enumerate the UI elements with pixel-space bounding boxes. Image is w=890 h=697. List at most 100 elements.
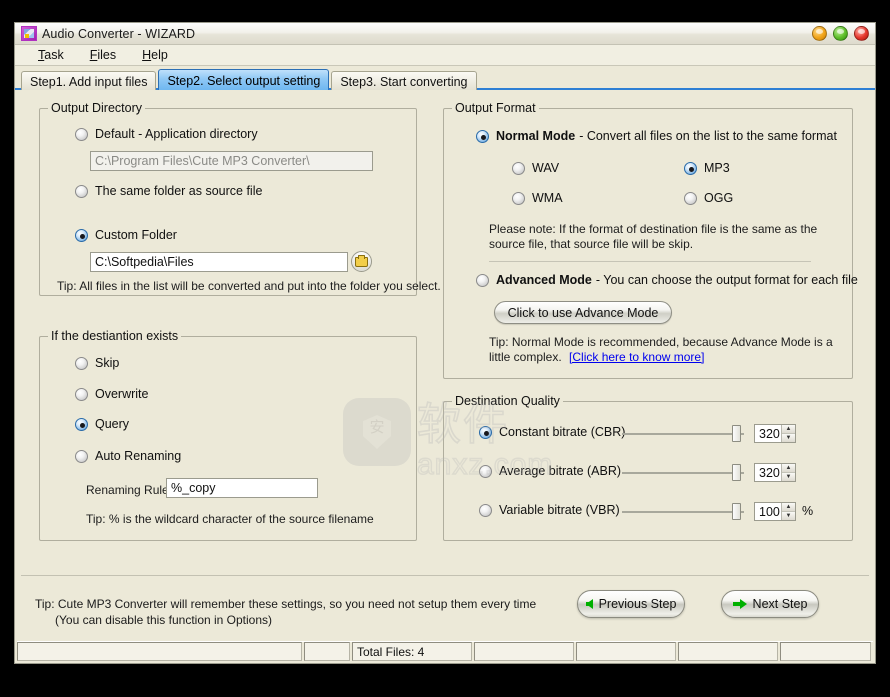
abr-value: 320 — [759, 465, 780, 480]
window-title: Audio Converter - WIZARD — [42, 26, 196, 41]
tab-step3[interactable]: Step3. Start converting — [331, 71, 477, 90]
window-controls — [812, 26, 869, 41]
slider-track — [622, 472, 744, 474]
radio-dot — [75, 449, 88, 463]
radio-skip[interactable]: Skip — [75, 356, 119, 370]
menu-bar: Task Files Help — [15, 45, 875, 66]
custom-folder-field[interactable]: C:\Softpedia\Files — [90, 252, 348, 272]
application-window: Audio Converter - WIZARD Task Files Help… — [14, 22, 876, 664]
wizard-tabs: Step1. Add input files Step2. Select out… — [15, 66, 875, 90]
slider-thumb[interactable] — [732, 464, 741, 481]
minimize-button[interactable] — [812, 26, 827, 41]
radio-variable-bitrate[interactable]: Variable bitrate (VBR) — [479, 503, 620, 517]
radio-dot — [684, 161, 697, 175]
radio-query[interactable]: Query — [75, 417, 129, 431]
radio-dot — [479, 425, 492, 439]
menu-help-rest: elp — [151, 48, 168, 62]
radio-custom-folder[interactable]: Custom Folder — [75, 228, 177, 242]
spinner-buttons[interactable]: ▲ ▼ — [781, 464, 795, 481]
output-directory-legend: Output Directory — [48, 101, 146, 115]
spinner-up-icon[interactable]: ▲ — [782, 503, 795, 512]
menu-files-rest: iles — [97, 48, 117, 62]
output-format-group: Output Format Normal Mode - Convert all … — [443, 101, 858, 379]
abr-slider[interactable] — [622, 463, 744, 482]
radio-dot — [476, 129, 489, 143]
vbr-percent-label: % — [802, 504, 814, 518]
radio-format-ogg[interactable]: OGG — [684, 191, 733, 205]
spinner-down-icon[interactable]: ▼ — [782, 512, 795, 520]
output-format-legend: Output Format — [452, 101, 539, 115]
status-panel-7 — [780, 642, 871, 661]
status-panel-4 — [474, 642, 574, 661]
radio-dot — [75, 228, 88, 242]
radio-same-folder-as-source[interactable]: The same folder as source file — [75, 184, 262, 198]
spinner-up-icon[interactable]: ▲ — [782, 464, 795, 473]
radio-auto-renaming[interactable]: Auto Renaming — [75, 449, 181, 463]
radio-dot — [75, 356, 88, 370]
menu-files[interactable]: Files — [77, 46, 129, 64]
app-icon — [21, 26, 37, 41]
arrow-left-icon — [585, 599, 593, 609]
menu-help[interactable]: Help — [129, 46, 181, 64]
radio-advanced-mode[interactable]: Advanced Mode - You can choose the outpu… — [476, 273, 858, 287]
vbr-value: 100 — [759, 504, 780, 519]
next-step-label: Next Step — [752, 597, 808, 611]
radio-format-mp3[interactable]: MP3 — [684, 161, 730, 175]
use-advance-mode-button[interactable]: Click to use Advance Mode — [494, 301, 672, 324]
menu-task[interactable]: Task — [25, 46, 77, 64]
output-directory-group: Output Directory Default - Application d… — [39, 101, 441, 296]
radio-label: Average bitrate (ABR) — [499, 464, 622, 478]
radio-constant-bitrate[interactable]: Constant bitrate (CBR) — [479, 425, 625, 439]
format-note-line1: Please note: If the format of destinatio… — [489, 222, 818, 236]
radio-format-wma[interactable]: WMA — [512, 191, 563, 205]
radio-dot — [476, 273, 489, 287]
radio-overwrite[interactable]: Overwrite — [75, 387, 148, 401]
previous-step-button[interactable]: Previous Step — [577, 590, 685, 618]
abr-value-spinner[interactable]: 320 ▲ ▼ — [754, 463, 796, 482]
radio-label: Constant bitrate (CBR) — [499, 425, 626, 439]
maximize-button[interactable] — [833, 26, 848, 41]
client-area: Output Directory Default - Application d… — [15, 90, 875, 663]
spinner-down-icon[interactable]: ▼ — [782, 434, 795, 442]
cbr-value-spinner[interactable]: 320 ▲ ▼ — [754, 424, 796, 443]
radio-label: Query — [95, 417, 130, 431]
advanced-tip-line2: little complex. [Click here to know more… — [489, 350, 704, 365]
radio-dot — [75, 184, 88, 198]
radio-label: Variable bitrate (VBR) — [499, 503, 620, 517]
spinner-buttons[interactable]: ▲ ▼ — [781, 503, 795, 520]
cbr-value: 320 — [759, 426, 780, 441]
radio-average-bitrate[interactable]: Average bitrate (ABR) — [479, 464, 621, 478]
slider-thumb[interactable] — [732, 503, 741, 520]
radio-dot — [75, 127, 88, 141]
radio-label: Overwrite — [95, 387, 149, 401]
next-step-button[interactable]: Next Step — [721, 590, 819, 618]
status-panel-5 — [576, 642, 676, 661]
radio-normal-mode[interactable]: Normal Mode - Convert all files on the l… — [476, 129, 837, 143]
vbr-value-spinner[interactable]: 100 ▲ ▼ — [754, 502, 796, 521]
spinner-buttons[interactable]: ▲ ▼ — [781, 425, 795, 442]
tab-step2[interactable]: Step2. Select output setting — [158, 69, 330, 90]
cbr-slider[interactable] — [622, 424, 744, 443]
title-bar: Audio Converter - WIZARD — [15, 23, 875, 45]
status-panel-total-files: Total Files: 4 — [352, 642, 472, 661]
vbr-slider[interactable] — [622, 502, 744, 521]
radio-dot — [684, 191, 697, 205]
menu-task-rest: ask — [44, 48, 64, 62]
advanced-tip-text: little complex. — [489, 350, 562, 364]
browse-folder-button[interactable] — [351, 251, 372, 272]
advanced-mode-title: Advanced Mode — [496, 273, 592, 287]
destination-exists-group: If the destiantion exists Skip Overwrite… — [39, 329, 417, 541]
output-directory-tip: Tip: All files in the list will be conve… — [57, 279, 441, 293]
radio-dot — [512, 191, 525, 205]
radio-format-wav[interactable]: WAV — [512, 161, 559, 175]
radio-default-app-directory[interactable]: Default - Application directory — [75, 127, 258, 141]
destination-quality-group: Destination Quality Constant bitrate (CB… — [443, 394, 853, 541]
spinner-down-icon[interactable]: ▼ — [782, 473, 795, 481]
close-button[interactable] — [854, 26, 869, 41]
know-more-link[interactable]: [Click here to know more] — [569, 350, 704, 364]
slider-thumb[interactable] — [732, 425, 741, 442]
renaming-rule-field[interactable]: %_copy — [166, 478, 318, 498]
radio-label: Auto Renaming — [95, 449, 182, 463]
tab-step1[interactable]: Step1. Add input files — [21, 71, 157, 90]
spinner-up-icon[interactable]: ▲ — [782, 425, 795, 434]
